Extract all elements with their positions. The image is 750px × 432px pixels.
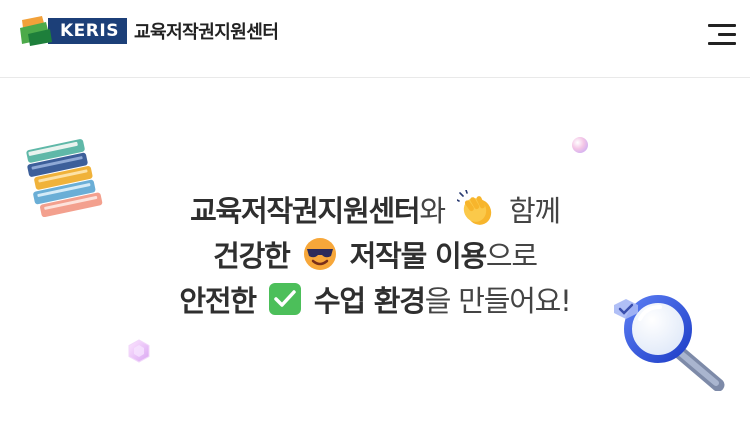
hero-word-safe: 안전한	[179, 284, 257, 318]
hero-word-healthy: 건강한	[213, 239, 291, 273]
org-name: 교육저작권지원센터	[133, 22, 279, 43]
pink-orb-icon	[572, 137, 588, 153]
hexagon-gem-icon	[128, 339, 150, 363]
hero-line-2: 건강한 저작물 이용으로	[0, 234, 750, 279]
hero-word-together: 함께	[508, 194, 561, 228]
hero-org-name: 교육저작권지원센터	[190, 194, 421, 228]
hero-section: 교육저작권지원센터와 함께 건강한 저작물 이용으로 안전한 수업 환경을 만들…	[0, 79, 750, 432]
hero-particle-euro: 으로	[485, 239, 538, 273]
sunglasses-face-icon	[303, 238, 336, 270]
hero-headline: 교육저작권지원센터와 함께 건강한 저작물 이용으로 안전한 수업 환경을 만들…	[0, 189, 750, 324]
hero-word-copyright-use: 저작물 이용	[349, 239, 487, 273]
clapping-hands-icon	[456, 190, 492, 225]
hero-line-1: 교육저작권지원센터와 함께	[0, 189, 750, 234]
hero-word-class-environment: 수업 환경	[313, 284, 426, 318]
keris-logo-mark-icon	[20, 16, 52, 46]
hero-particle-wa: 와	[419, 194, 446, 228]
site-header: KERIS 교육저작권지원센터	[0, 0, 750, 78]
hero-line-3: 안전한 수업 환경을 만들어요!	[0, 279, 750, 324]
hero-phrase-make: 을 만들어요!	[424, 284, 572, 318]
keris-wordmark: KERIS	[48, 18, 127, 44]
keris-logo[interactable]: KERIS 교육저작권지원센터	[20, 13, 279, 49]
check-mark-icon	[268, 283, 301, 315]
hamburger-menu-icon[interactable]	[704, 22, 736, 48]
